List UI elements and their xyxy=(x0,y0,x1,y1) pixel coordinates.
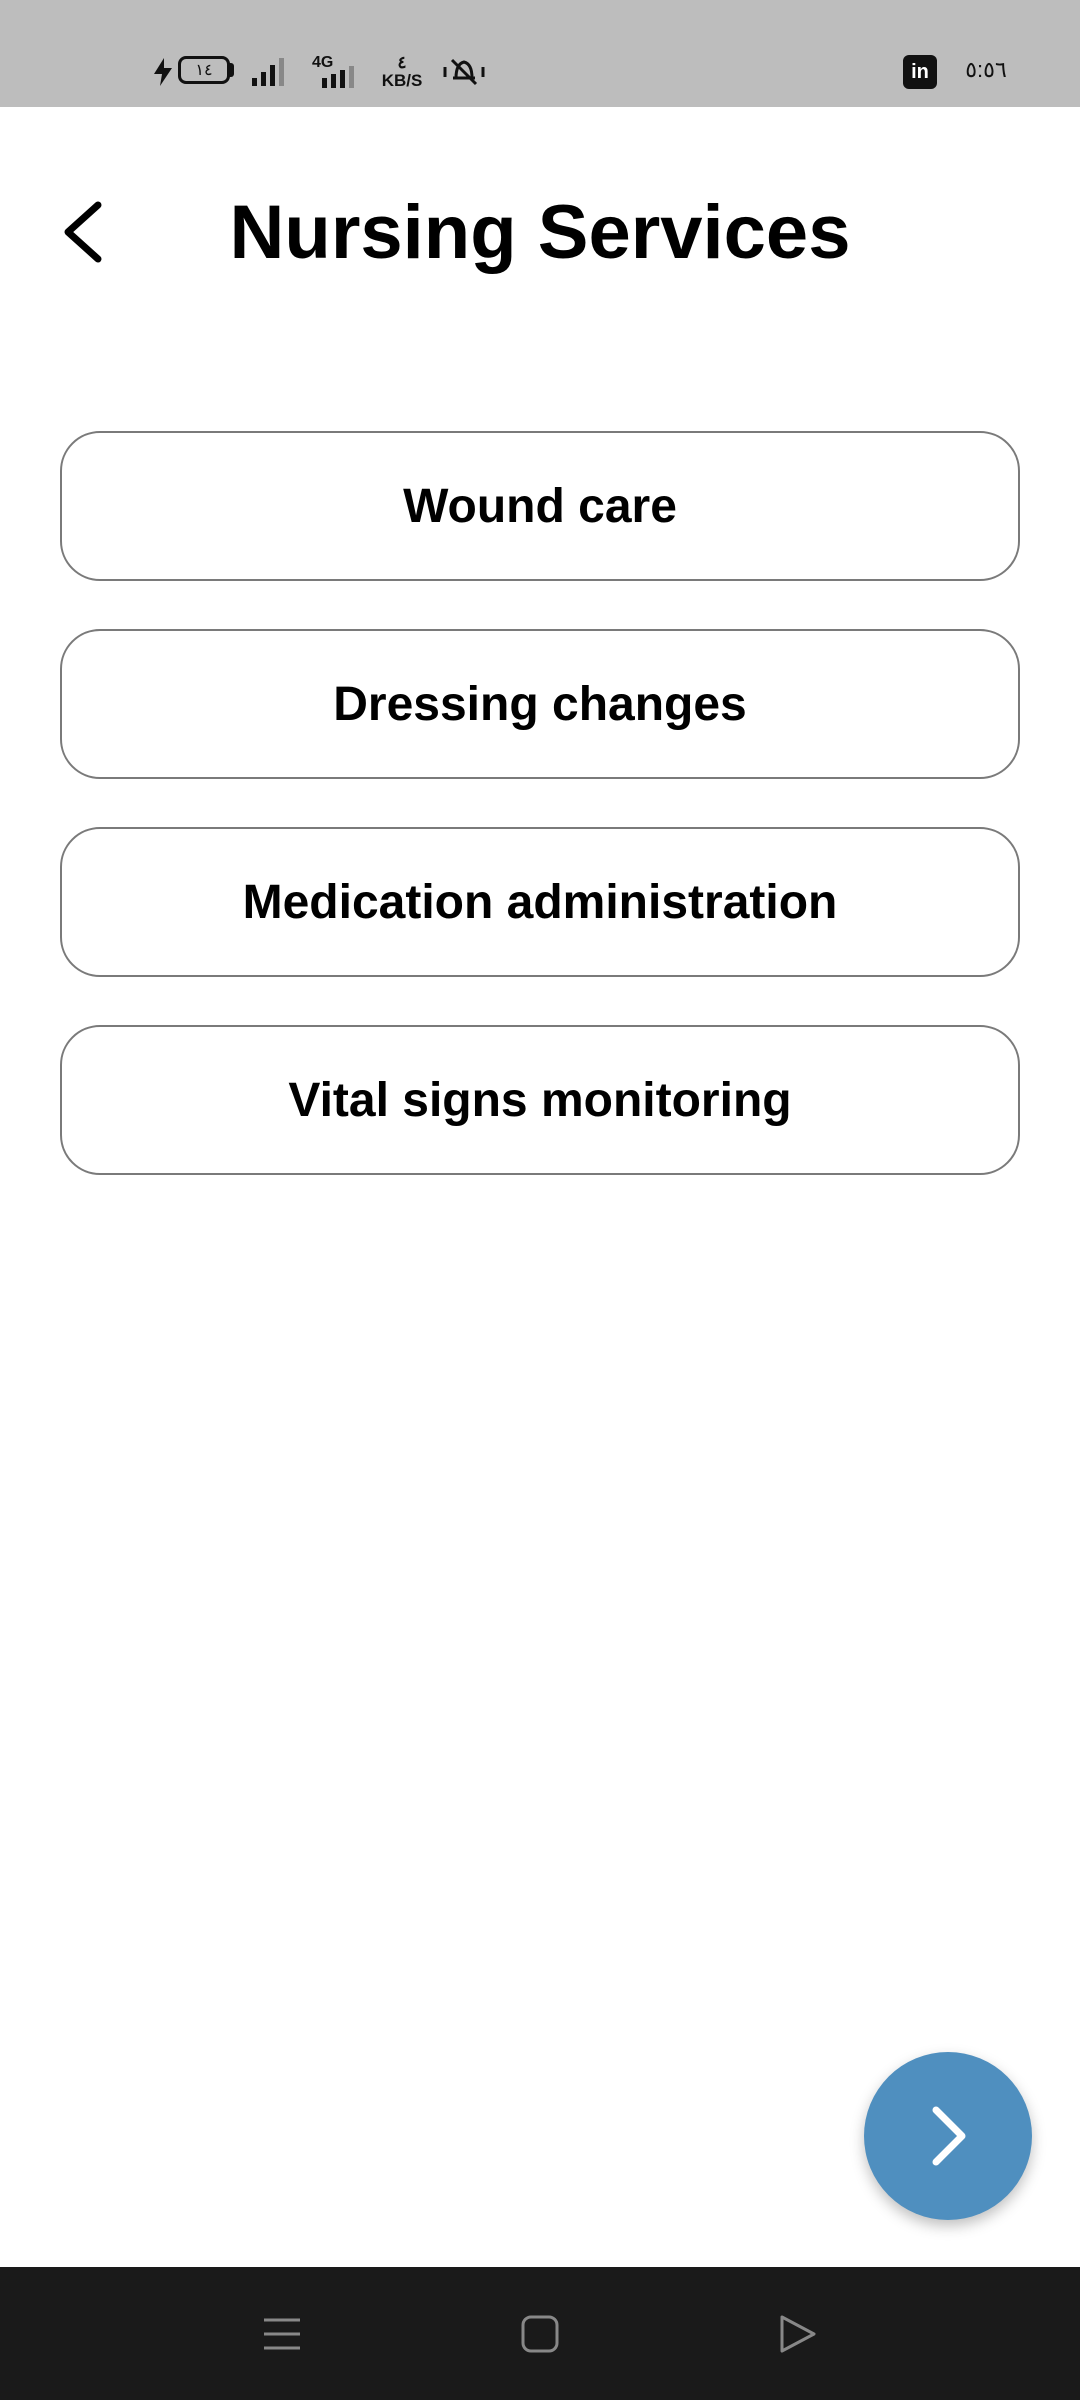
back-triangle-icon xyxy=(780,2315,816,2353)
battery-icon: ١٤ xyxy=(178,56,230,84)
system-back-button[interactable] xyxy=(752,2289,842,2379)
status-bar: ١٤ 4G ٤ KB/S in ٥:٥٦ xyxy=(0,0,1080,107)
menu-icon xyxy=(264,2318,300,2350)
chevron-left-icon xyxy=(64,201,102,263)
network-speed: ٤ KB/S xyxy=(374,52,430,92)
vital-signs-monitoring-button[interactable]: Vital signs monitoring xyxy=(60,1025,1020,1175)
chevron-right-icon xyxy=(932,2106,966,2166)
network-4g-indicator: 4G xyxy=(302,54,362,90)
linkedin-label: in xyxy=(911,60,929,83)
back-button[interactable] xyxy=(48,177,120,287)
battery-cap xyxy=(229,63,234,77)
signal-icon xyxy=(252,58,284,86)
page-title: Nursing Services xyxy=(229,189,851,275)
charging-icon xyxy=(154,58,172,86)
speed-unit: KB/S xyxy=(381,71,423,90)
header: Nursing Services xyxy=(0,107,1080,347)
service-options-list: Wound care Dressing changes Medication a… xyxy=(60,431,1020,1223)
recent-apps-button[interactable] xyxy=(237,2289,327,2379)
home-icon xyxy=(521,2315,559,2353)
clock: ٥:٥٦ xyxy=(958,52,1014,88)
wound-care-button[interactable]: Wound care xyxy=(60,431,1020,581)
linkedin-notification-icon: in xyxy=(903,55,937,89)
next-button[interactable] xyxy=(864,2052,1032,2220)
time-text: ٥:٥٦ xyxy=(965,57,1007,82)
system-nav-bar xyxy=(0,2267,1080,2400)
home-button[interactable] xyxy=(495,2289,585,2379)
battery-level: ١٤ xyxy=(195,62,213,79)
speed-value: ٤ xyxy=(397,53,407,72)
medication-administration-button[interactable]: Medication administration xyxy=(60,827,1020,977)
dressing-changes-button[interactable]: Dressing changes xyxy=(60,629,1020,779)
signal-4g-icon xyxy=(322,66,354,88)
vibrate-mute-icon xyxy=(443,58,485,86)
